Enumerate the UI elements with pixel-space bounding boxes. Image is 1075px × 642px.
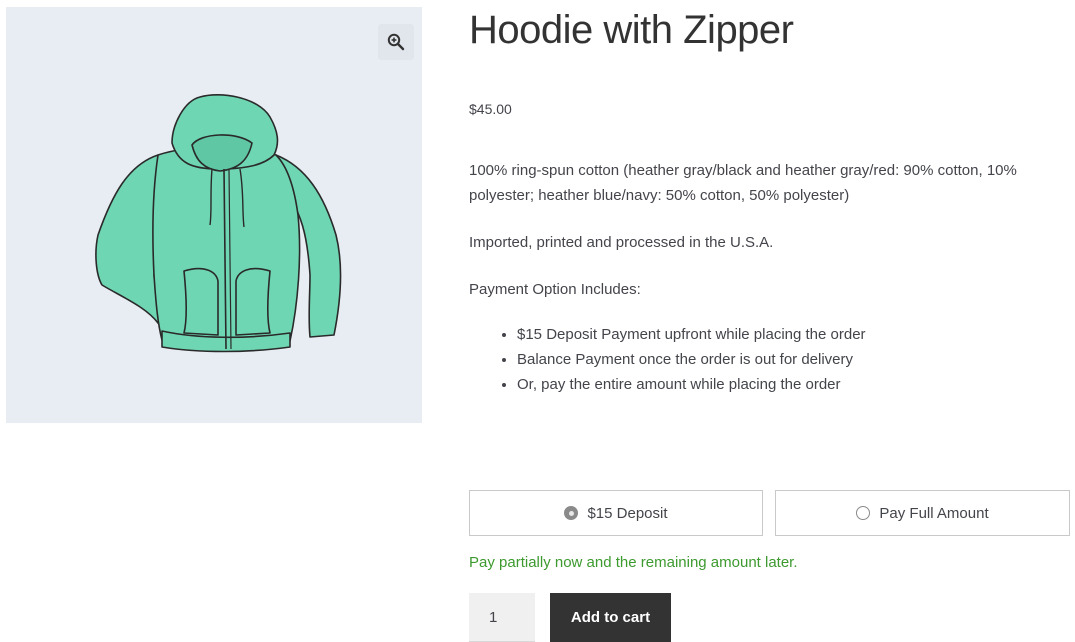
full-amount-option-label: Pay Full Amount [879,504,989,522]
list-item: $15 Deposit Payment upfront while placin… [517,322,1049,347]
zoom-button[interactable] [378,24,414,60]
description-paragraph: 100% ring-spun cotton (heather gray/blac… [469,162,1017,204]
radio-selected-icon[interactable] [564,506,579,520]
description-paragraph: Imported, printed and processed in the U… [469,234,774,251]
hoodie-product-image[interactable] [88,85,348,353]
product-price: $45.00 [469,101,512,117]
deposit-option[interactable]: $15 Deposit [469,490,763,536]
list-item: Or, pay the entire amount while placing … [517,372,1049,397]
description-paragraph: Payment Option Includes: [469,281,641,298]
add-to-cart-button[interactable]: Add to cart [550,593,671,642]
product-description: 100% ring-spun cotton (heather gray/blac… [469,158,1049,397]
payment-options-list: $15 Deposit Payment upfront while placin… [469,322,1049,397]
radio-unselected-icon[interactable] [856,506,871,520]
deposit-note: Pay partially now and the remaining amou… [469,554,798,571]
quantity-input[interactable] [469,593,535,642]
deposit-option-label: $15 Deposit [587,504,668,522]
full-amount-option[interactable]: Pay Full Amount [775,490,1070,536]
product-gallery [6,7,422,423]
list-item: Balance Payment once the order is out fo… [517,347,1049,372]
magnifier-plus-icon [387,33,405,51]
product-title: Hoodie with Zipper [469,8,794,52]
